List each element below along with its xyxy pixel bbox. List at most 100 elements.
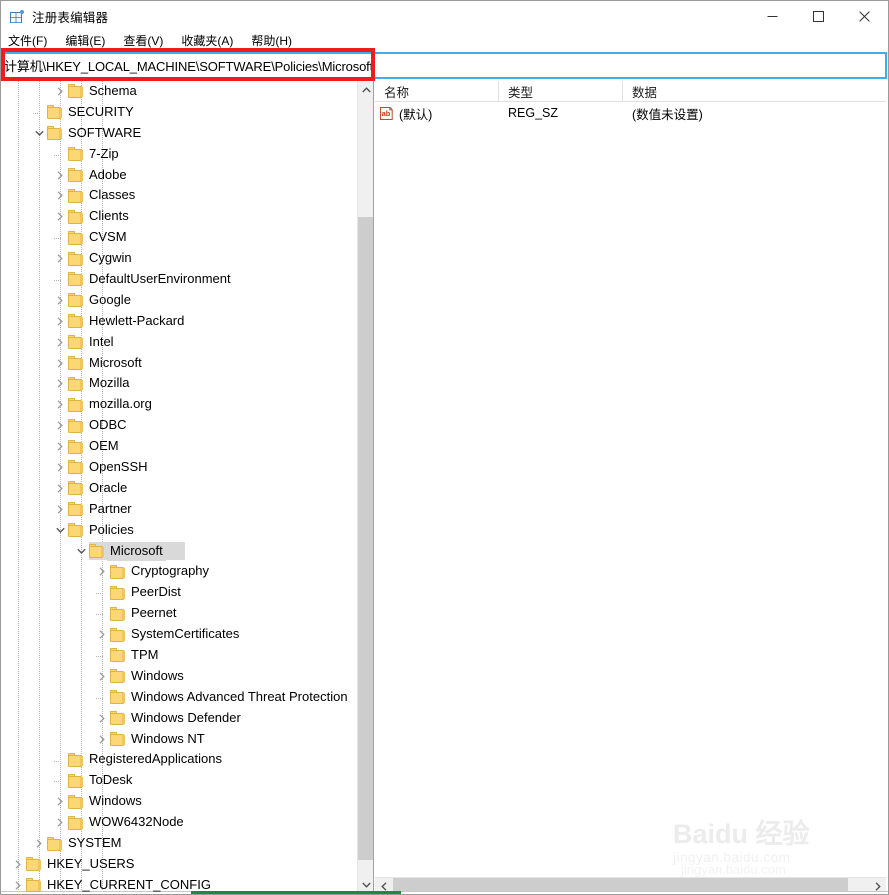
- chevron-right-icon[interactable]: [31, 836, 47, 852]
- maximize-button[interactable]: [795, 1, 841, 31]
- tree-item-software[interactable]: SOFTWARE: [3, 123, 358, 144]
- chevron-right-icon[interactable]: [94, 710, 110, 726]
- tree-item-adobe[interactable]: Adobe: [3, 165, 358, 186]
- tree-item-microsoft[interactable]: Microsoft: [3, 353, 358, 374]
- tree-item-mozilla[interactable]: Mozilla: [3, 373, 358, 394]
- tree-item-partner[interactable]: Partner: [3, 499, 358, 520]
- table-row[interactable]: ab (默认) REG_SZ (数值未设置): [375, 102, 886, 124]
- chevron-right-icon[interactable]: [52, 313, 68, 329]
- values-list[interactable]: ab (默认) REG_SZ (数值未设置): [375, 102, 886, 124]
- tree-item-peernet[interactable]: Peernet: [3, 603, 358, 624]
- chevron-right-icon[interactable]: [94, 668, 110, 684]
- chevron-right-icon[interactable]: [52, 501, 68, 517]
- tree-item-windows-defender[interactable]: Windows Defender: [3, 708, 358, 729]
- chevron-right-icon[interactable]: [52, 794, 68, 810]
- close-button[interactable]: [841, 1, 887, 31]
- minimize-button[interactable]: [749, 1, 795, 31]
- tree-item-todesk[interactable]: ToDesk: [3, 770, 358, 791]
- tree-item-tpm[interactable]: TPM: [3, 645, 358, 666]
- folder-icon: [68, 293, 84, 308]
- chevron-right-icon[interactable]: [52, 83, 68, 99]
- value-type: REG_SZ: [508, 106, 559, 120]
- menu-item-favorites[interactable]: 收藏夹(A): [181, 32, 242, 51]
- chevron-right-icon[interactable]: [52, 480, 68, 496]
- chevron-right-icon[interactable]: [94, 627, 110, 643]
- tree-item-cygwin[interactable]: Cygwin: [3, 248, 358, 269]
- chevron-right-icon[interactable]: [52, 459, 68, 475]
- chevron-right-icon[interactable]: [52, 376, 68, 392]
- chevron-right-icon[interactable]: [52, 355, 68, 371]
- tree-item-label: Windows NT: [131, 730, 205, 746]
- tree-item-schema[interactable]: Schema: [3, 81, 358, 102]
- folder-icon: [68, 314, 84, 329]
- chevron-right-icon[interactable]: [52, 292, 68, 308]
- tree-scrollbar-thumb[interactable]: [358, 217, 373, 860]
- chevron-right-icon[interactable]: [52, 418, 68, 434]
- tree-item-registeredapplications[interactable]: RegisteredApplications: [3, 750, 358, 771]
- tree-item-7-zip[interactable]: 7-Zip: [3, 144, 358, 165]
- chevron-down-icon[interactable]: [31, 125, 47, 141]
- tree-item-mozilla-org[interactable]: mozilla.org: [3, 394, 358, 415]
- column-header-name[interactable]: 名称: [375, 81, 499, 102]
- window-controls: [749, 1, 887, 31]
- tree-item-label: Microsoft: [89, 354, 142, 370]
- scroll-up-button[interactable]: [358, 81, 373, 98]
- chevron-right-icon[interactable]: [10, 877, 26, 893]
- column-header-type[interactable]: 类型: [499, 81, 623, 102]
- address-bar[interactable]: 计算机\HKEY_LOCAL_MACHINE\SOFTWARE\Policies…: [2, 52, 887, 79]
- tree-item-hewlett-packard[interactable]: Hewlett-Packard: [3, 311, 358, 332]
- chevron-right-icon[interactable]: [10, 856, 26, 872]
- tree-item-cvsm[interactable]: CVSM: [3, 227, 358, 248]
- tree-item-defaultuserenvironment[interactable]: DefaultUserEnvironment: [3, 269, 358, 290]
- tree-item-policies[interactable]: Policies: [3, 520, 358, 541]
- tree-vertical-scrollbar[interactable]: [357, 81, 373, 893]
- tree-item-windows-nt[interactable]: Windows NT: [3, 729, 358, 750]
- registry-tree[interactable]: Schema SECURITY SOFTWARE 7-Zip Adobe Classes C…: [3, 81, 358, 893]
- chevron-right-icon[interactable]: [52, 209, 68, 225]
- chevron-right-icon[interactable]: [52, 188, 68, 204]
- tree-item-system[interactable]: SYSTEM: [3, 833, 358, 854]
- chevron-right-icon[interactable]: [52, 167, 68, 183]
- tree-item-label: Peernet: [131, 605, 177, 621]
- chevron-down-icon[interactable]: [73, 543, 89, 559]
- tree-item-clients[interactable]: Clients: [3, 206, 358, 227]
- tree-item-openssh[interactable]: OpenSSH: [3, 457, 358, 478]
- tree-item-label: OpenSSH: [89, 458, 148, 474]
- tree-item-windows[interactable]: Windows: [3, 791, 358, 812]
- tree-item-microsoft[interactable]: Microsoft: [3, 541, 358, 562]
- tree-item-oracle[interactable]: Oracle: [3, 478, 358, 499]
- chevron-right-icon[interactable]: [52, 334, 68, 350]
- tree-item-oem[interactable]: OEM: [3, 436, 358, 457]
- chevron-right-icon[interactable]: [52, 815, 68, 831]
- chevron-right-icon[interactable]: [52, 397, 68, 413]
- tree-item-wow6432node[interactable]: WOW6432Node: [3, 812, 358, 833]
- tree-item-peerdist[interactable]: PeerDist: [3, 582, 358, 603]
- tree-item-hkey-users[interactable]: HKEY_USERS: [3, 854, 358, 875]
- chevron-right-icon[interactable]: [52, 439, 68, 455]
- tree-item-odbc[interactable]: ODBC: [3, 415, 358, 436]
- column-header-data[interactable]: 数据: [623, 81, 870, 102]
- tree-item-cryptography[interactable]: Cryptography: [3, 561, 358, 582]
- tree-item-security[interactable]: SECURITY: [3, 102, 358, 123]
- tree-item-google[interactable]: Google: [3, 290, 358, 311]
- chevron-down-icon[interactable]: [52, 522, 68, 538]
- menu-item-edit[interactable]: 编辑(E): [65, 32, 114, 51]
- chevron-right-icon[interactable]: [52, 251, 68, 267]
- tree-item-label: 7-Zip: [89, 145, 119, 161]
- menu-item-file[interactable]: 文件(F): [8, 32, 56, 51]
- folder-icon: [26, 878, 42, 893]
- registry-editor-icon: [9, 9, 25, 25]
- tree-item-classes[interactable]: Classes: [3, 185, 358, 206]
- tree-item-systemcertificates[interactable]: SystemCertificates: [3, 624, 358, 645]
- registry-tree-pane: Schema SECURITY SOFTWARE 7-Zip Adobe Classes C…: [3, 81, 374, 893]
- tree-item-intel[interactable]: Intel: [3, 332, 358, 353]
- folder-icon: [47, 126, 63, 141]
- chevron-right-icon[interactable]: [94, 564, 110, 580]
- menu-item-view[interactable]: 查看(V): [123, 32, 172, 51]
- menu-item-help[interactable]: 帮助(H): [251, 32, 301, 51]
- chevron-right-icon[interactable]: [94, 731, 110, 747]
- folder-icon: [68, 147, 84, 162]
- tree-item-windows-advanced-threat-protection[interactable]: Windows Advanced Threat Protection: [3, 687, 358, 708]
- tree-item-windows[interactable]: Windows: [3, 666, 358, 687]
